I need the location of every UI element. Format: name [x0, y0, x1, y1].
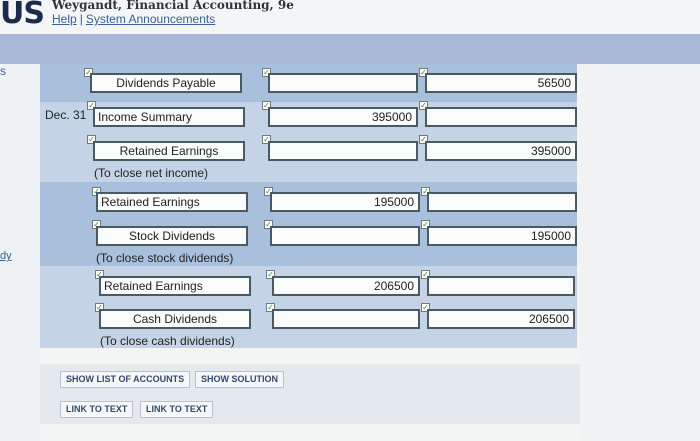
account-field[interactable]: Income Summary: [93, 107, 245, 127]
credit-field[interactable]: 395000: [425, 141, 577, 161]
entry-note: (To close stock dividends): [96, 251, 234, 265]
system-announcements-link[interactable]: System Announcements: [86, 12, 215, 26]
account-field[interactable]: Cash Dividends: [99, 309, 251, 329]
entry-note: (To close cash dividends): [100, 334, 235, 348]
link-separator: |: [79, 12, 83, 26]
account-field[interactable]: Retained Earnings: [93, 141, 245, 161]
debit-field[interactable]: [268, 141, 418, 161]
debit-field[interactable]: [270, 226, 420, 246]
link-to-text-button[interactable]: LINK TO TEXT: [60, 401, 134, 418]
top-blue-bar: [0, 34, 700, 64]
link-toolbar: LINK TO TEXT LINK TO TEXT: [40, 394, 580, 424]
logo: US: [0, 0, 45, 31]
debit-field[interactable]: 206500: [272, 276, 420, 296]
debit-field[interactable]: 195000: [270, 192, 420, 212]
debit-field[interactable]: [272, 309, 420, 329]
account-field[interactable]: Stock Dividends: [96, 226, 248, 246]
header: US Weygandt, Financial Accounting, 9e He…: [0, 0, 700, 34]
entry-note: (To close net income): [94, 166, 209, 180]
debit-field[interactable]: [268, 73, 418, 93]
credit-field[interactable]: [425, 107, 577, 127]
credit-field[interactable]: 195000: [427, 226, 577, 246]
action-toolbar: SHOW LIST OF ACCOUNTS SHOW SOLUTION: [40, 364, 580, 394]
account-field[interactable]: Retained Earnings: [99, 276, 251, 296]
show-solution-button[interactable]: SHOW SOLUTION: [195, 371, 284, 388]
credit-field[interactable]: [427, 276, 575, 296]
book-title: Weygandt, Financial Accounting, 9e: [52, 0, 294, 12]
credit-field[interactable]: 56500: [425, 73, 577, 93]
show-list-of-accounts-button[interactable]: SHOW LIST OF ACCOUNTS: [60, 371, 191, 388]
header-links: Help | System Announcements: [52, 12, 215, 26]
account-field[interactable]: Dividends Payable: [90, 73, 242, 93]
link-to-text-button[interactable]: LINK TO TEXT: [140, 401, 214, 418]
debit-field[interactable]: 395000: [268, 107, 418, 127]
help-link[interactable]: Help: [52, 12, 77, 26]
sidebar-letter: s: [0, 64, 6, 78]
sidebar-link[interactable]: dy: [0, 250, 12, 262]
right-panel: [580, 64, 700, 441]
account-field[interactable]: Retained Earnings: [96, 192, 248, 212]
credit-field[interactable]: [427, 192, 577, 212]
entry-date: Dec. 31: [45, 108, 87, 122]
credit-field[interactable]: 206500: [427, 309, 575, 329]
